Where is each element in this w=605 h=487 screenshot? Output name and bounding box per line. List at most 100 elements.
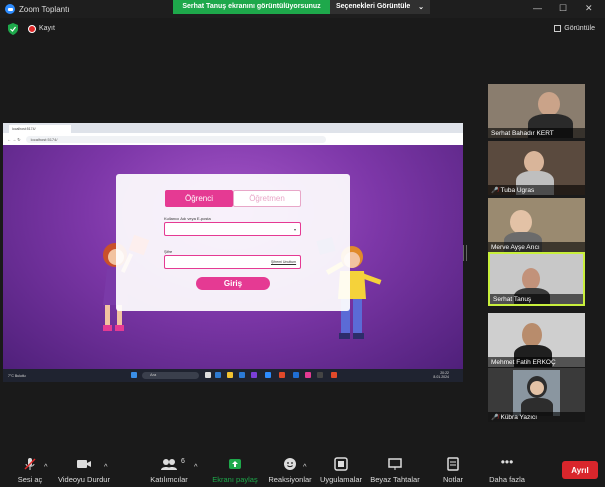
edge-icon[interactable]	[239, 372, 245, 378]
grid-view-icon	[554, 25, 562, 32]
browser-nav-icons: ← → ↻	[7, 136, 21, 142]
whiteboards-button[interactable]: Beyaz Tahtalar	[370, 457, 420, 484]
share-status-label: Serhat Tanuş ekranını görüntülüyorsunuz	[173, 0, 330, 14]
mic-muted-icon: 🎤̸	[491, 187, 499, 194]
more-button[interactable]: ••• Daha fazla	[487, 455, 527, 484]
mic-muted-icon	[24, 458, 36, 470]
leave-button[interactable]: Ayrıl	[562, 461, 598, 479]
view-label: Görüntüle	[564, 25, 595, 32]
notes-button[interactable]: Notlar	[440, 457, 466, 484]
shared-screen[interactable]: localhost:5174/ ← → ↻ localhost:5174/ Öğ…	[3, 123, 463, 382]
audio-options-chevron-icon[interactable]: ^	[44, 462, 48, 471]
forgot-password-link[interactable]: Şifremi Unuttum	[271, 260, 296, 264]
participants-count: 6	[181, 458, 185, 465]
close-window-button[interactable]: ✕	[585, 3, 593, 14]
minimize-button[interactable]: —	[533, 3, 542, 13]
apps-button[interactable]: Uygulamalar	[318, 457, 364, 484]
taskbar-date: 8.01.2024	[433, 375, 449, 379]
browser-tab[interactable]: localhost:5174/	[9, 125, 71, 133]
windows-taskbar: 7°C Bulutlu Ara 20:22 8.01.2024	[3, 369, 463, 382]
whiteboard-icon	[388, 458, 402, 470]
participant-name: Mehmet Fatih ERKOÇ	[488, 357, 585, 367]
share-screen-button[interactable]: Ekranı paylaş	[210, 457, 260, 484]
video-camera-icon	[77, 460, 91, 468]
zoom-logo-icon	[5, 4, 15, 14]
participant-tile-active-speaker[interactable]: Serhat Tanuş	[488, 252, 585, 306]
reactions-options-chevron-icon[interactable]: ^	[303, 462, 307, 471]
login-button[interactable]: Giriş	[196, 277, 270, 290]
split-resize-handle[interactable]	[463, 245, 467, 261]
notes-label: Notlar	[442, 475, 463, 484]
record-label[interactable]: Kayıt	[39, 25, 55, 32]
encryption-shield-icon[interactable]	[8, 23, 18, 35]
stop-video-button[interactable]: Videoyu Durdur	[58, 457, 110, 484]
reactions-label: Reaksiyonlar	[268, 475, 312, 484]
video-options-chevron-icon[interactable]: ^	[104, 462, 108, 471]
participant-video	[522, 323, 542, 347]
participant-name: Serhat Tanuş	[490, 294, 583, 304]
stop-video-label: Videoyu Durdur	[58, 475, 110, 484]
login-card: Öğrenci Öğretmen Kullanıcı Adı veya E-po…	[116, 174, 350, 311]
more-label: Daha fazla	[489, 475, 525, 484]
browser-url[interactable]: localhost:5174/	[25, 135, 326, 143]
participants-button[interactable]: 6 Katılımcılar	[148, 457, 190, 484]
apps-label: Uygulamalar	[319, 475, 363, 484]
participant-name: Merve Ayşe Arıcı	[488, 242, 585, 252]
chevron-down-icon: ⌄	[418, 4, 424, 11]
share-banner: Serhat Tanuş ekranını görüntülüyorsunuz …	[173, 0, 430, 14]
tab-teacher[interactable]: Öğretmen	[233, 190, 301, 207]
login-page: Öğrenci Öğretmen Kullanıcı Adı veya E-po…	[3, 145, 463, 369]
apps-icon	[334, 457, 348, 471]
participant-name: Serhat Bahadır KERT	[488, 128, 585, 138]
view-options-button[interactable]: Seçenekleri Görüntüle ⌄	[330, 0, 430, 14]
browser-tab-strip: localhost:5174/	[3, 123, 463, 133]
browser-address-bar: ← → ↻ localhost:5174/	[3, 133, 463, 145]
whiteboards-label: Beyaz Tahtalar	[370, 475, 420, 484]
chat-icon[interactable]	[215, 372, 221, 378]
participant-tile[interactable]: Serhat Bahadır KERT	[488, 84, 585, 138]
meeting-status-row: Kayıt Görüntüle	[0, 22, 605, 38]
record-icon[interactable]	[28, 25, 36, 33]
app-icon[interactable]	[279, 372, 285, 378]
chrome-icon[interactable]	[331, 372, 337, 378]
participant-avatar	[513, 370, 560, 416]
start-icon[interactable]	[131, 372, 137, 378]
participant-name: 🎤̸ Tuba Ugras	[488, 185, 585, 195]
participants-options-chevron-icon[interactable]: ^	[194, 462, 198, 471]
participant-tile[interactable]: Merve Ayşe Arıcı	[488, 198, 585, 252]
smiley-icon	[284, 458, 296, 470]
participant-video	[510, 210, 532, 234]
username-field[interactable]: ▾	[164, 222, 301, 236]
taskbar-clock[interactable]: 20:22 8.01.2024	[433, 371, 449, 379]
taskbar-search[interactable]: Ara	[142, 372, 199, 379]
app-icon[interactable]	[305, 372, 311, 378]
window-title: Zoom Toplantı	[19, 4, 70, 14]
participants-label: Katılımcılar	[150, 475, 188, 484]
participant-video	[522, 268, 540, 290]
app-icon[interactable]	[317, 372, 323, 378]
participant-name: 🎤̸ Kübra Yazıcı	[488, 412, 585, 422]
meeting-toolbar: Sesi aç ^ Videoyu Durdur ^ 6 Katılımcıla…	[0, 449, 605, 487]
taskbar-weather[interactable]: 7°C Bulutlu	[8, 374, 38, 378]
participant-video	[524, 151, 544, 173]
participant-tile[interactable]: Mehmet Fatih ERKOÇ	[488, 313, 585, 367]
participant-video	[538, 92, 560, 116]
maximize-button[interactable]: ☐	[559, 3, 567, 14]
zoom-app-icon[interactable]	[265, 372, 271, 378]
unmute-button[interactable]: Sesi aç	[14, 457, 46, 484]
more-dots-icon: •••	[500, 455, 514, 469]
participants-icon	[161, 459, 177, 470]
participant-tile[interactable]: 🎤̸ Kübra Yazıcı	[488, 368, 585, 422]
notes-icon	[447, 457, 459, 471]
app-icon[interactable]	[251, 372, 257, 378]
chevron-down-icon: ▾	[293, 227, 296, 232]
vscode-icon[interactable]	[293, 372, 299, 378]
share-screen-icon	[229, 459, 241, 469]
mic-muted-icon: 🎤̸	[491, 414, 499, 421]
task-view-icon[interactable]	[205, 372, 211, 378]
view-button[interactable]: Görüntüle	[554, 25, 595, 32]
view-options-label: Seçenekleri Görüntüle	[336, 3, 411, 10]
file-explorer-icon[interactable]	[227, 372, 233, 378]
participant-tile[interactable]: 🎤̸ Tuba Ugras	[488, 141, 585, 195]
tab-student[interactable]: Öğrenci	[165, 190, 233, 207]
